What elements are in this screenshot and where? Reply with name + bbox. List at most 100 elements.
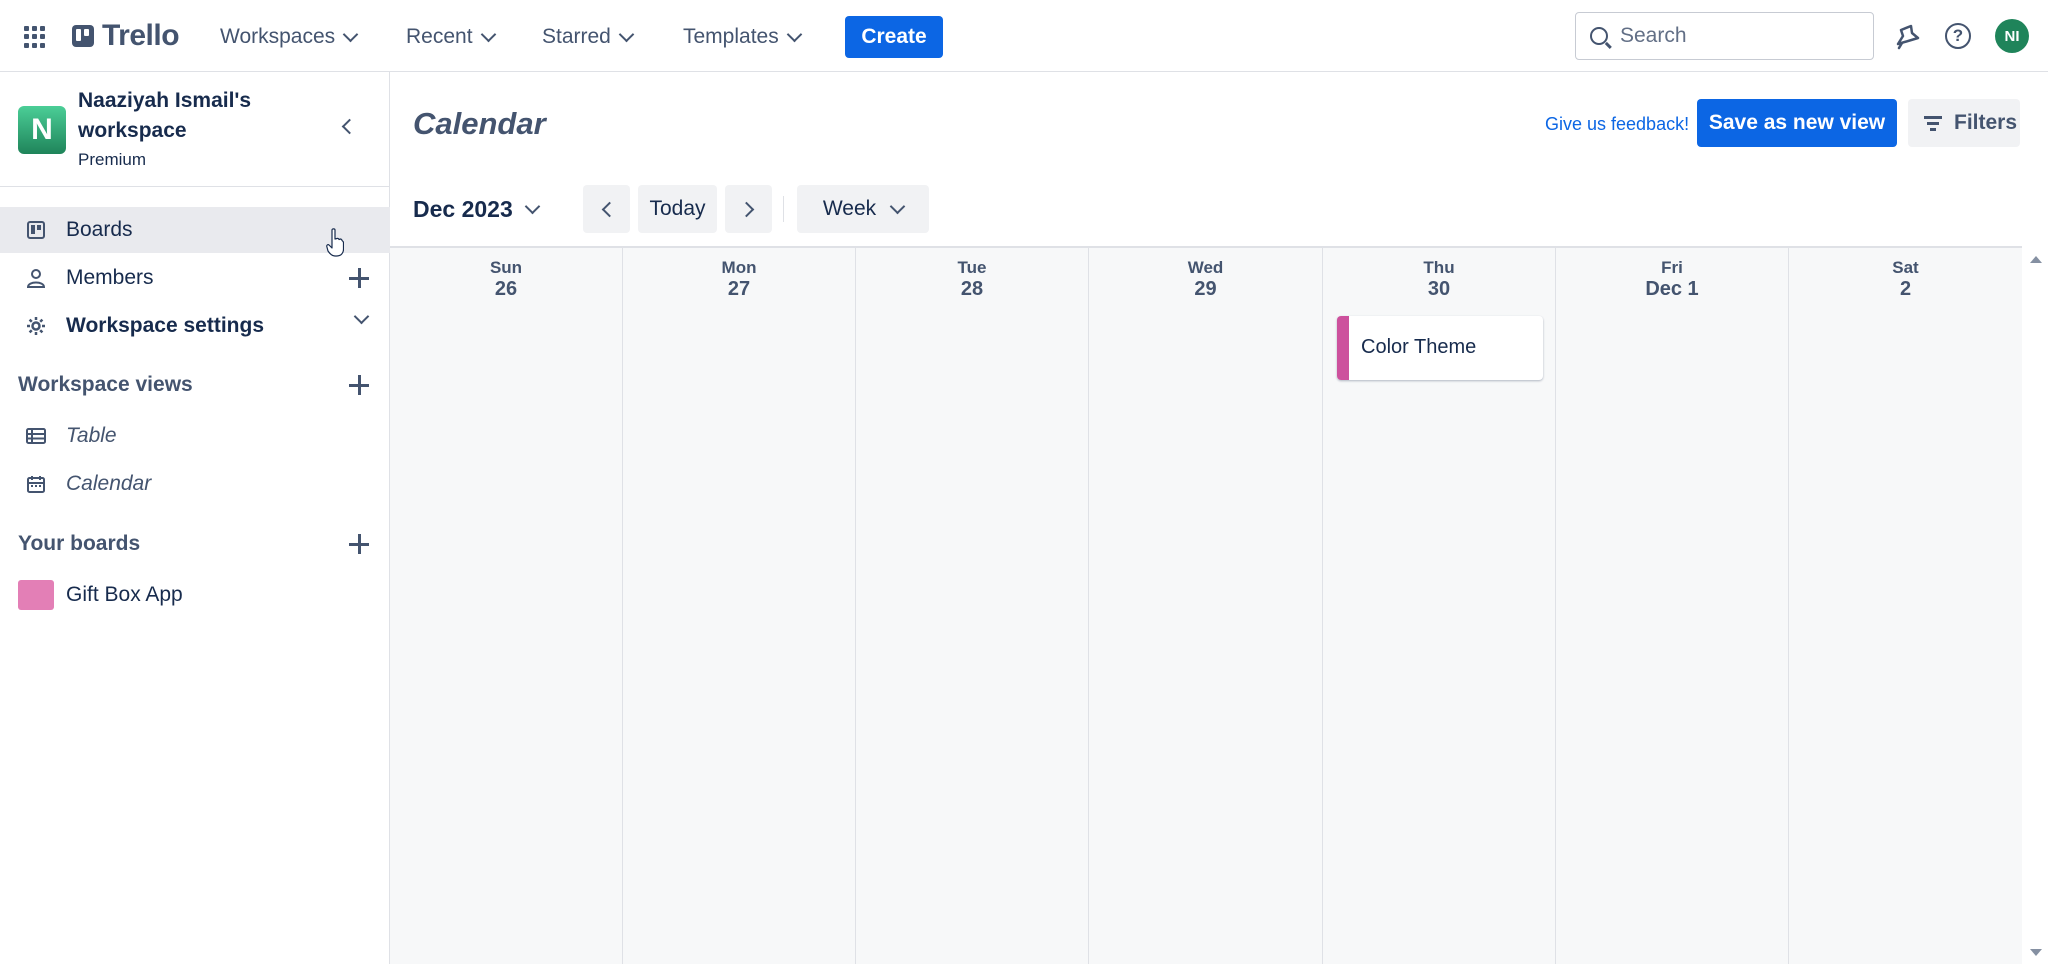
chevron-down-icon[interactable] [353, 308, 370, 325]
week-grid: Sun 26 Mon 27 Tue 28 Wed 29 Thu 30 Fri D… [390, 246, 2022, 964]
search-box[interactable] [1575, 12, 1874, 60]
logo-text: Trello [102, 19, 180, 52]
filters-label: Filters [1954, 111, 2018, 134]
month-label: Dec 2023 [413, 196, 513, 222]
day-name: Wed [1187, 258, 1224, 277]
nav-templates[interactable]: Templates [683, 20, 802, 54]
save-as-new-view-button[interactable]: Save as new view [1697, 99, 1897, 147]
day-name: Thu [1423, 258, 1455, 277]
workspace-tile[interactable]: N [18, 106, 66, 154]
day-column-sat[interactable]: Sat 2 [1789, 248, 2022, 964]
day-name: Sun [489, 258, 523, 277]
day-name: Fri [1661, 258, 1683, 277]
hand-cursor-icon [326, 228, 344, 257]
nav-templates-label: Templates [683, 25, 779, 48]
day-name: Mon [721, 258, 757, 277]
day-name: Tue [957, 258, 987, 277]
add-view-icon[interactable] [349, 375, 369, 395]
sidebar-board-label: Gift Box App [66, 583, 183, 606]
nav-workspaces-label: Workspaces [220, 25, 336, 48]
sidebar-item-label: Workspace settings [66, 314, 265, 337]
workspace-header: N Naaziyah Ismail's workspace Premium [0, 72, 390, 187]
search-icon [1590, 27, 1608, 45]
day-number: 26 [494, 278, 518, 300]
sidebar-item-label: Members [66, 266, 154, 289]
calendar-event-card[interactable]: Color Theme [1337, 316, 1543, 380]
event-color-bar [1337, 316, 1349, 380]
day-number: Dec 1 [1645, 278, 1699, 300]
day-number: 30 [1427, 278, 1451, 300]
notifications-icon[interactable] [1891, 22, 1921, 52]
toolbar-divider [783, 196, 784, 222]
board-icon [27, 221, 45, 239]
day-number: 29 [1194, 278, 1217, 300]
sidebar-item-workspace-settings[interactable]: Workspace settings [0, 303, 390, 349]
gear-icon [27, 317, 45, 335]
event-title: Color Theme [1361, 336, 1477, 358]
page-title: Calendar [413, 106, 546, 141]
board-color-swatch [18, 580, 54, 610]
your-boards-heading: Your boards [18, 532, 141, 555]
workspace-plan: Premium [78, 150, 147, 169]
workspace-views-heading: Workspace views [18, 373, 193, 396]
range-selector[interactable]: Week [797, 185, 929, 233]
day-name: Sat [1892, 258, 1919, 277]
person-icon [26, 269, 46, 288]
day-number: 27 [727, 278, 751, 300]
range-label: Week [822, 197, 877, 220]
scroll-down-arrow-icon[interactable] [2030, 949, 2042, 956]
sidebar-item-members[interactable]: Members [0, 255, 390, 301]
next-week-button[interactable] [725, 185, 772, 233]
sidebar: N Naaziyah Ismail's workspace Premium Bo… [0, 72, 390, 964]
search-input[interactable] [1620, 24, 1840, 48]
add-member-icon[interactable] [349, 268, 369, 288]
sidebar-view-label: Calendar [66, 472, 152, 495]
scrollbar[interactable] [2022, 246, 2048, 964]
chevron-left-icon [601, 201, 617, 217]
add-board-icon[interactable] [349, 534, 369, 554]
sidebar-view-calendar[interactable]: Calendar [0, 461, 390, 507]
chevron-down-icon [889, 198, 906, 214]
sidebar-item-label: Boards [66, 218, 133, 241]
chevron-down-icon [786, 26, 802, 42]
feedback-link[interactable]: Give us feedback! [1545, 114, 1689, 135]
trello-logo-icon [72, 25, 94, 47]
nav-recent[interactable]: Recent [406, 20, 496, 54]
day-column-wed[interactable]: Wed 29 [1089, 248, 1323, 964]
day-column-mon[interactable]: Mon 27 [623, 248, 856, 964]
nav-recent-label: Recent [406, 25, 473, 48]
scroll-up-arrow-icon[interactable] [2030, 256, 2042, 263]
nav-starred[interactable]: Starred [542, 20, 635, 54]
chevron-down-icon [618, 26, 635, 42]
day-column-sun[interactable]: Sun 26 [390, 248, 623, 964]
month-selector[interactable]: Dec 2023 [413, 196, 541, 223]
workspace-name: Naaziyah Ismail's workspace [78, 89, 252, 142]
calendar-icon [27, 476, 45, 493]
table-icon [26, 428, 46, 444]
today-button[interactable]: Today [638, 185, 717, 233]
previous-week-button[interactable] [583, 185, 630, 233]
sidebar-board-gift-box-app[interactable]: Gift Box App [0, 572, 390, 618]
chevron-down-icon [342, 26, 359, 42]
calendar-main: Calendar Give us feedback! Save as new v… [390, 72, 2048, 964]
day-column-tue[interactable]: Tue 28 [856, 248, 1089, 964]
sidebar-view-label: Table [66, 424, 117, 447]
nav-starred-label: Starred [542, 25, 611, 48]
create-button[interactable]: Create [845, 16, 943, 58]
chevron-right-icon [738, 201, 754, 217]
day-column-fri[interactable]: Fri Dec 1 [1556, 248, 1789, 964]
chevron-down-icon [524, 198, 541, 215]
help-icon[interactable]: ? [1945, 23, 1971, 49]
filters-button[interactable]: Filters [1908, 99, 2020, 147]
chevron-down-icon [480, 26, 496, 42]
filter-icon [1924, 116, 1942, 131]
day-number: 2 [1899, 278, 1912, 300]
app-switcher-icon[interactable] [24, 26, 46, 48]
top-bar: Trello Workspaces Recent Starred Templat… [0, 0, 2048, 72]
nav-workspaces[interactable]: Workspaces [220, 20, 359, 54]
collapse-sidebar-icon[interactable] [338, 117, 358, 137]
sidebar-view-table[interactable]: Table [0, 413, 390, 459]
day-number: 28 [960, 278, 984, 300]
avatar[interactable]: NI [1995, 19, 2029, 53]
trello-logo[interactable]: Trello [72, 19, 180, 52]
